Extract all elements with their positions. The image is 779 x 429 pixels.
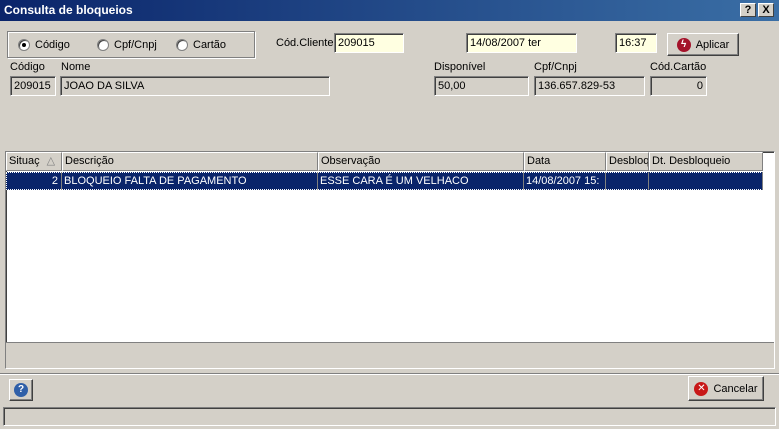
disponivel-label: Disponível	[434, 61, 486, 73]
client-code-input[interactable]: 209015	[334, 33, 404, 53]
codigo-label: Código	[10, 61, 45, 73]
col-desbloq[interactable]: Desbloq	[606, 152, 649, 171]
radio-cartao[interactable]: Cartão	[176, 39, 226, 51]
disponivel-field: 50,00	[434, 76, 529, 96]
apply-button-label: Aplicar	[695, 38, 730, 51]
cancel-button[interactable]: ✕ Cancelar	[688, 376, 764, 401]
lightning-icon: ϟ	[676, 37, 691, 52]
radio-codigo[interactable]: Código	[18, 39, 70, 51]
apply-button[interactable]: ϟ Aplicar	[667, 33, 739, 56]
window-title: Consulta de bloqueios	[4, 3, 133, 17]
cancel-button-label: Cancelar	[713, 382, 758, 395]
nome-label: Nome	[61, 61, 91, 73]
cell-desbloq	[606, 172, 649, 190]
cell-situacao: 2	[6, 172, 62, 190]
radio-dot-cpf-cnpj[interactable]	[97, 39, 109, 51]
date-field[interactable]: 14/08/2007 ter	[466, 33, 577, 53]
help-icon: ?	[14, 383, 28, 397]
cpf-label: Cpf/Cnpj	[534, 61, 577, 73]
radio-label-cartao: Cartão	[193, 39, 227, 51]
sort-asc-icon: △	[46, 155, 56, 167]
nome-field: JOAO DA SILVA	[60, 76, 330, 96]
grid-footer	[6, 342, 774, 368]
cell-descricao: BLOQUEIO FALTA DE PAGAMENTO	[62, 172, 318, 190]
cell-observacao: ESSE CARA É UM VELHACO	[318, 172, 524, 190]
table-row[interactable]: 2 BLOQUEIO FALTA DE PAGAMENTO ESSE CARA …	[6, 172, 763, 190]
cancel-icon: ✕	[694, 381, 709, 396]
radio-label-codigo: Código	[35, 39, 70, 51]
cartao-label: Cód.Cartão	[650, 61, 707, 73]
status-bar	[3, 407, 776, 426]
blocks-grid[interactable]: Situaç △ Descrição Observação Data Desbl…	[5, 151, 775, 369]
codigo-field: 209015	[10, 76, 56, 96]
col-situacao[interactable]: Situaç △	[6, 152, 62, 171]
search-mode-group: Código Cpf/Cnpj Cartão	[7, 31, 255, 58]
cell-dt-desbloqueio	[649, 172, 763, 190]
cell-data: 14/08/2007 15:	[524, 172, 606, 190]
radio-cpf-cnpj[interactable]: Cpf/Cnpj	[97, 39, 157, 51]
title-bar: Consulta de bloqueios ? X	[0, 0, 779, 21]
col-dt-desbloqueio[interactable]: Dt. Desbloqueio	[649, 152, 763, 171]
divider	[0, 373, 779, 375]
cartao-field: 0	[650, 76, 707, 96]
radio-dot-codigo[interactable]	[18, 39, 30, 51]
col-data[interactable]: Data	[524, 152, 606, 171]
time-field[interactable]: 16:37	[615, 33, 657, 53]
help-title-button[interactable]: ?	[740, 3, 756, 17]
cpf-field: 136.657.829-53	[534, 76, 645, 96]
col-observacao[interactable]: Observação	[318, 152, 524, 171]
help-button[interactable]: ?	[9, 379, 33, 401]
radio-label-cpf-cnpj: Cpf/Cnpj	[114, 39, 157, 51]
col-descricao[interactable]: Descrição	[62, 152, 318, 171]
radio-dot-cartao[interactable]	[176, 39, 188, 51]
close-button[interactable]: X	[758, 3, 774, 17]
client-code-label: Cód.Cliente	[276, 37, 334, 49]
